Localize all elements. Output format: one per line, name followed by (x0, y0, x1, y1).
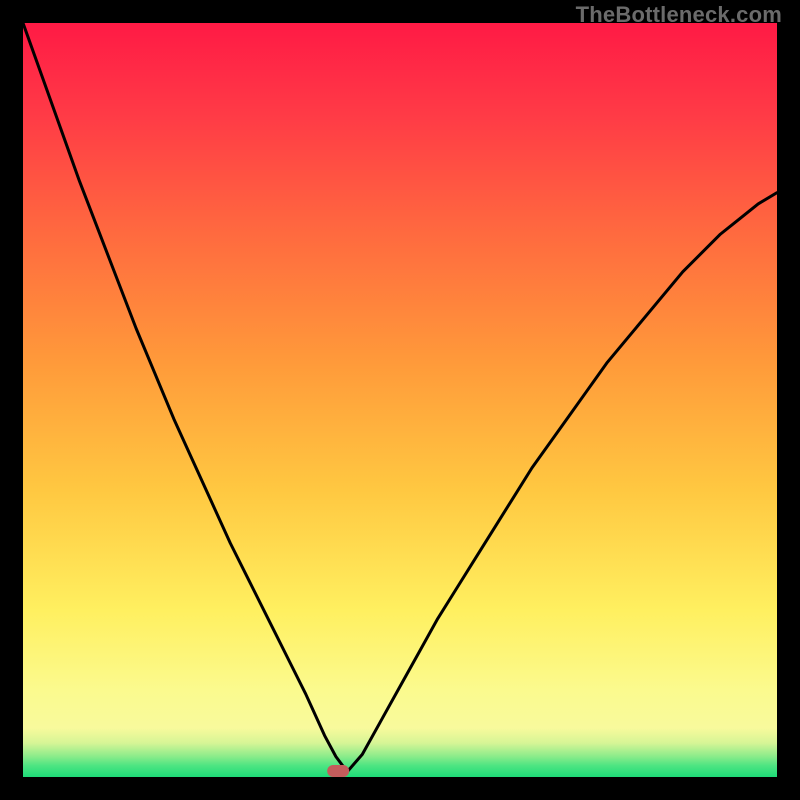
chart-frame: TheBottleneck.com (0, 0, 800, 800)
optimal-marker (327, 765, 349, 777)
bottleneck-chart (23, 23, 777, 777)
gradient-background (23, 23, 777, 777)
